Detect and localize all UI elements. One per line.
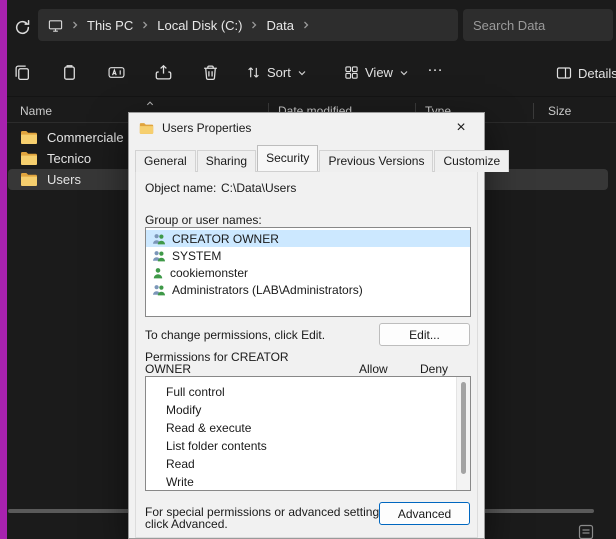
permission-row-full-control[interactable]: Full control <box>146 383 470 401</box>
details-toggle-button[interactable]: Details <box>556 65 616 81</box>
principal-row-creator-owner[interactable]: CREATOR OWNER <box>146 230 470 247</box>
chevron-down-icon <box>399 68 409 78</box>
permission-row-read-execute[interactable]: Read & execute <box>146 419 470 437</box>
breadcrumb-local-disk-c[interactable]: Local Disk (C:) <box>157 18 242 33</box>
tab-security[interactable]: Security <box>257 145 318 171</box>
view-grid-icon <box>344 65 359 80</box>
tab-general[interactable]: General <box>135 150 196 172</box>
dialog-title-bar[interactable]: Users Properties × <box>129 113 484 143</box>
permissions-scrollbar[interactable] <box>456 377 470 490</box>
sort-dropdown[interactable]: Sort <box>246 65 307 80</box>
paste-icon <box>61 64 78 81</box>
permission-row-list-folder-contents[interactable]: List folder contents <box>146 437 470 455</box>
object-name-value: C:\Data\Users <box>221 181 296 195</box>
sort-label: Sort <box>267 65 291 80</box>
close-icon[interactable]: × <box>448 116 474 140</box>
view-dropdown[interactable]: View <box>344 65 409 80</box>
more-options-button[interactable]: … <box>427 58 443 76</box>
group-icon <box>152 250 166 262</box>
folder-icon <box>20 151 38 166</box>
principal-name: Administrators (LAB\Administrators) <box>172 283 363 297</box>
share-button[interactable] <box>155 64 172 81</box>
breadcrumb-chevron-icon[interactable] <box>249 20 259 30</box>
view-status-icon[interactable] <box>578 524 594 539</box>
trash-icon <box>202 64 219 81</box>
edit-button[interactable]: Edit... <box>379 323 470 346</box>
tab-sharing[interactable]: Sharing <box>197 150 256 172</box>
search-input[interactable] <box>473 18 616 33</box>
refresh-button[interactable] <box>12 17 32 37</box>
group-user-list: CREATOR OWNER SYSTEM cookiemonster Admin… <box>145 227 471 317</box>
group-icon <box>152 284 166 296</box>
principal-row-system[interactable]: SYSTEM <box>146 247 470 264</box>
tab-customize[interactable]: Customize <box>434 150 509 172</box>
delete-button[interactable] <box>202 64 219 81</box>
address-bar[interactable]: This PC Local Disk (C:) Data <box>38 9 458 41</box>
copy-icon <box>14 64 31 81</box>
advanced-button[interactable]: Advanced <box>379 502 470 525</box>
sort-icon <box>246 65 261 80</box>
breadcrumb-chevron-icon[interactable] <box>301 20 311 30</box>
this-pc-icon <box>48 18 63 33</box>
left-edge-strip <box>0 0 7 539</box>
chevron-down-icon <box>297 68 307 78</box>
breadcrumb-chevron-icon[interactable] <box>140 20 150 30</box>
search-box[interactable] <box>463 9 613 41</box>
view-label: View <box>365 65 393 80</box>
group-list-label: Group or user names: <box>145 213 262 227</box>
sort-ascending-icon <box>145 97 155 111</box>
breadcrumb-this-pc[interactable]: This PC <box>87 18 133 33</box>
explorer-window: This PC Local Disk (C:) Data Sort View …… <box>0 0 616 539</box>
refresh-icon <box>14 19 31 36</box>
rename-icon <box>108 64 125 81</box>
share-icon <box>155 64 172 81</box>
dialog-tab-strip: General Sharing Security Previous Versio… <box>135 147 478 172</box>
principal-name: CREATOR OWNER <box>172 232 279 246</box>
principal-row-administrators[interactable]: Administrators (LAB\Administrators) <box>146 281 470 298</box>
column-header-name[interactable]: Name <box>20 104 52 118</box>
users-properties-dialog: Users Properties × General Sharing Secur… <box>128 112 485 539</box>
principal-name: SYSTEM <box>172 249 221 263</box>
folder-icon <box>139 122 154 135</box>
object-name-label: Object name: <box>145 181 216 195</box>
details-label: Details <box>578 66 616 81</box>
edit-hint: To change permissions, click Edit. <box>145 328 325 342</box>
deny-column-label: Deny <box>420 362 448 376</box>
file-name: Tecnico <box>47 151 91 166</box>
user-icon <box>152 267 164 279</box>
file-name: Users <box>47 172 81 187</box>
permission-row-read[interactable]: Read <box>146 455 470 473</box>
breadcrumb-chevron-icon[interactable] <box>70 20 80 30</box>
column-divider[interactable] <box>533 103 534 119</box>
permission-row-write[interactable]: Write <box>146 473 470 491</box>
toolbar-divider <box>7 96 616 97</box>
principal-name: cookiemonster <box>170 266 248 280</box>
permission-row-modify[interactable]: Modify <box>146 401 470 419</box>
details-pane-icon <box>556 65 572 81</box>
principal-row-cookiemonster[interactable]: cookiemonster <box>146 264 470 281</box>
copy-button[interactable] <box>14 64 31 81</box>
folder-icon <box>20 130 38 145</box>
tab-previous-versions[interactable]: Previous Versions <box>319 150 433 172</box>
dialog-title: Users Properties <box>162 121 251 135</box>
advanced-hint-line2: click Advanced. <box>145 517 228 531</box>
paste-button[interactable] <box>61 64 78 81</box>
permissions-list: Full control Modify Read & execute List … <box>145 376 471 491</box>
group-icon <box>152 233 166 245</box>
rename-button[interactable] <box>108 64 125 81</box>
folder-icon <box>20 172 38 187</box>
breadcrumb-data[interactable]: Data <box>266 18 293 33</box>
allow-column-label: Allow <box>359 362 388 376</box>
permissions-for-label-line2: OWNER <box>145 362 191 376</box>
scrollbar-thumb[interactable] <box>461 382 466 474</box>
column-header-size[interactable]: Size <box>548 104 571 118</box>
file-name: Commerciale <box>47 130 124 145</box>
